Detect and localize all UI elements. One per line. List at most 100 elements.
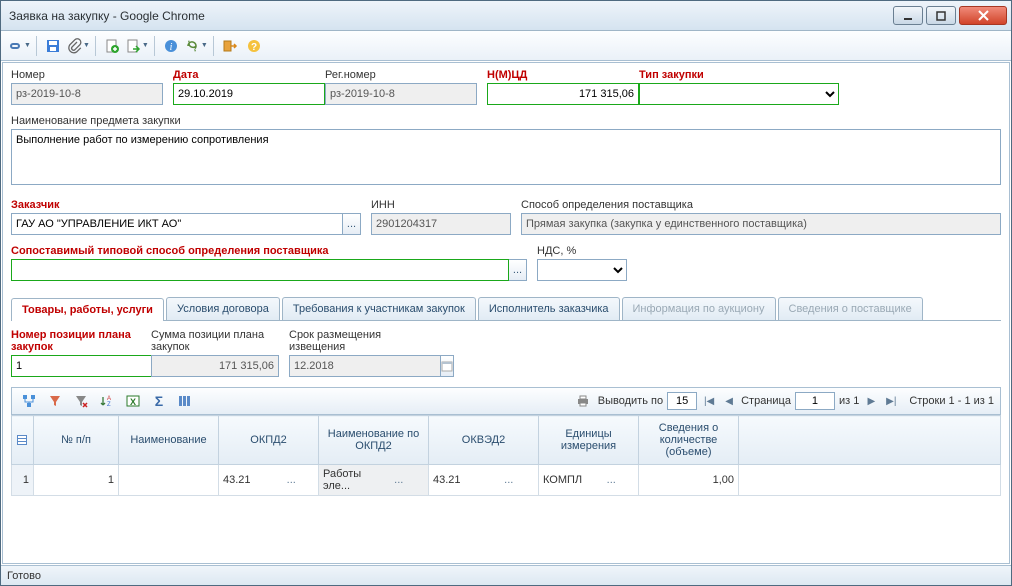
number-input (11, 83, 163, 105)
grid-toolbar: AZ X Σ Выводить по |◀ ◀ Страница из 1 ▶ … (11, 387, 1001, 415)
customer-label: Заказчик (11, 199, 361, 211)
showby-label: Выводить по (598, 395, 663, 407)
new-doc-icon[interactable] (101, 35, 123, 57)
purchtype-label: Тип закупки (639, 69, 839, 81)
tab-executor[interactable]: Исполнитель заказчика (478, 297, 620, 320)
page-label: Страница (741, 395, 791, 407)
col-okved2[interactable]: ОКВЭД2 (429, 416, 539, 465)
method-label: Способ определения поставщика (521, 199, 1001, 211)
subject-label: Наименование предмета закупки (11, 115, 1001, 127)
cell-empty (739, 465, 1001, 496)
date-label: Дата (173, 69, 315, 81)
svg-text:?: ? (251, 42, 257, 53)
info-icon[interactable]: i (160, 35, 182, 57)
noticedate-label: Срок размещения извещения (289, 329, 434, 353)
pagesize-input[interactable] (667, 392, 697, 410)
okpd2name-picker[interactable]: ... (374, 474, 425, 486)
grid-sum-icon[interactable]: Σ (148, 390, 170, 412)
compat-label: Сопоставимый типовой способ определения … (11, 245, 527, 257)
noticedate-calendar-icon[interactable] (441, 355, 454, 377)
exit-icon[interactable] (219, 35, 241, 57)
regnum-label: Рег.номер (325, 69, 477, 81)
main-toolbar: ▼ ▼ ▼ i ▼ ? (1, 31, 1011, 61)
content-area: Номер Дата Рег.номер Н(М)ЦД ... (2, 62, 1010, 564)
cell-okved2[interactable]: 43.21... (429, 465, 539, 496)
items-grid: № п/п Наименование ОКПД2 Наименование по… (11, 415, 1001, 496)
posnum-label: Номер позиции плана закупок (11, 329, 141, 353)
minimize-button[interactable] (893, 6, 923, 25)
unit-picker[interactable]: ... (589, 474, 635, 486)
inn-label: ИНН (371, 199, 511, 211)
subject-input[interactable]: Выполнение работ по измерению сопротивле… (11, 129, 1001, 185)
attach-icon[interactable]: ▼ (66, 35, 90, 57)
date-input[interactable] (173, 83, 325, 105)
grid-sort-icon[interactable]: AZ (96, 390, 118, 412)
tab-contract[interactable]: Условия договора (166, 297, 280, 320)
next-page-button[interactable]: ▶ (863, 393, 879, 409)
grid-tree-icon[interactable] (18, 390, 40, 412)
svg-text:X: X (130, 397, 136, 407)
col-spacer (739, 416, 1001, 465)
col-name[interactable]: Наименование (119, 416, 219, 465)
col-unit[interactable]: Единицы измерения (539, 416, 639, 465)
col-okpd2name[interactable]: Наименование по ОКПД2 (319, 416, 429, 465)
tab-strip: Товары, работы, услуги Условия договора … (11, 297, 1001, 321)
grid-clearfilter-icon[interactable] (70, 390, 92, 412)
plansum-input (151, 355, 279, 377)
tab-supplier: Сведения о поставщике (778, 297, 923, 320)
nmcd-label: Н(М)ЦД (487, 69, 629, 81)
cell-okpd2[interactable]: 43.21... (219, 465, 319, 496)
okpd2-picker[interactable]: ... (269, 474, 315, 486)
window-titlebar: Заявка на закупку - Google Chrome (1, 1, 1011, 31)
number-label: Номер (11, 69, 163, 81)
plansum-label: Сумма позиции плана закупок (151, 329, 279, 353)
tab-goods[interactable]: Товары, работы, услуги (11, 298, 164, 321)
first-page-button[interactable]: |◀ (701, 393, 717, 409)
cell-name[interactable] (119, 465, 219, 496)
col-selector[interactable] (12, 416, 34, 465)
cell-okpd2name[interactable]: Работы эле...... (319, 465, 429, 496)
table-row[interactable]: 1 1 43.21... Работы эле...... 43.21... К… (12, 465, 1001, 496)
col-qty[interactable]: Сведения о количестве (объеме) (639, 416, 739, 465)
svg-text:Z: Z (107, 402, 111, 408)
close-button[interactable] (959, 6, 1007, 25)
help-icon[interactable]: ? (243, 35, 265, 57)
nmcd-input[interactable] (487, 83, 639, 105)
customer-input[interactable] (11, 213, 343, 235)
compat-picker[interactable]: ... (509, 259, 527, 281)
grid-columns-icon[interactable] (174, 390, 196, 412)
customer-picker[interactable]: ... (343, 213, 361, 235)
vat-label: НДС, % (537, 245, 627, 257)
refresh-icon[interactable]: ▼ (184, 35, 208, 57)
method-input (521, 213, 1001, 235)
save-icon[interactable] (42, 35, 64, 57)
export-doc-icon[interactable]: ▼ (125, 35, 149, 57)
regnum-input (325, 83, 477, 105)
prev-page-button[interactable]: ◀ (721, 393, 737, 409)
compat-input[interactable] (11, 259, 509, 281)
page-input[interactable] (795, 392, 835, 410)
col-okpd2[interactable]: ОКПД2 (219, 416, 319, 465)
vat-select[interactable] (537, 259, 627, 281)
cell-npp[interactable]: 1 (34, 465, 119, 496)
cell-unit[interactable]: КОМПЛ... (539, 465, 639, 496)
tab-auction: Информация по аукциону (622, 297, 776, 320)
tab-requirements[interactable]: Требования к участникам закупок (282, 297, 476, 320)
grid-filter-icon[interactable] (44, 390, 66, 412)
window-title: Заявка на закупку - Google Chrome (9, 9, 893, 23)
link-icon[interactable]: ▼ (7, 35, 31, 57)
col-npp[interactable]: № п/п (34, 416, 119, 465)
last-page-button[interactable]: ▶| (883, 393, 899, 409)
purchtype-select[interactable] (639, 83, 839, 105)
svg-text:i: i (169, 42, 172, 53)
noticedate-input (289, 355, 441, 377)
okved2-picker[interactable]: ... (484, 474, 535, 486)
cell-rownum: 1 (12, 465, 34, 496)
status-text: Готово (7, 570, 41, 582)
posnum-input[interactable] (11, 355, 163, 377)
page-of-label: из 1 (839, 395, 859, 407)
grid-print-icon[interactable] (572, 390, 594, 412)
grid-excel-icon[interactable]: X (122, 390, 144, 412)
maximize-button[interactable] (926, 6, 956, 25)
cell-qty[interactable]: 1,00 (639, 465, 739, 496)
